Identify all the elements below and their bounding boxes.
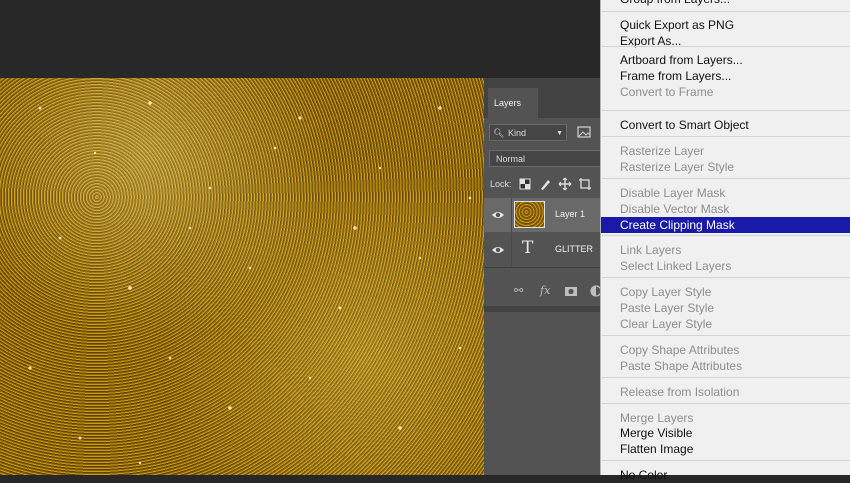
menu-item-copy-layer-style: Copy Layer Style: [620, 285, 712, 299]
lock-position-icon[interactable]: [558, 177, 572, 191]
menu-separator: [602, 377, 850, 378]
chevron-down-icon: ▼: [556, 130, 563, 137]
menu-item-rasterize-layer-style: Rasterize Layer Style: [620, 160, 735, 174]
menu-separator: [602, 460, 850, 461]
lock-label: Lock:: [490, 179, 512, 189]
menu-item-link-layers: Link Layers: [620, 243, 682, 257]
divider: [484, 267, 600, 268]
glitter-thumbnail: [514, 201, 545, 228]
menu-item-release-from-isolation: Release from Isolation: [620, 385, 740, 399]
lock-image-pixels-icon[interactable]: [538, 177, 552, 191]
menu-item-no-color[interactable]: No Color: [601, 467, 850, 483]
eye-divider: [511, 198, 512, 232]
menu-item-artboard-from-layers[interactable]: Artboard from Layers...: [601, 52, 850, 68]
menu-item-copy-shape-attributes: Copy Shape Attributes: [620, 343, 740, 357]
menu-item-paste-layer-style: Paste Layer Style: [620, 301, 715, 315]
menu-item-convert-to-frame: Convert to Frame: [620, 85, 714, 99]
layer-name: Layer 1: [555, 209, 586, 219]
menu-item-merge-layers: Merge Layers: [620, 411, 694, 425]
link-layers-icon[interactable]: ⚯: [514, 284, 523, 297]
menu-item-convert-to-smart-object[interactable]: Convert to Smart Object: [601, 117, 850, 133]
menu-separator: [602, 403, 850, 404]
menu-separator: [602, 235, 850, 236]
visibility-eye-icon[interactable]: [491, 244, 505, 256]
menu-separator: [602, 178, 850, 179]
menu-item-rasterize-layer: Rasterize Layer: [620, 144, 705, 158]
menu-item-frame-from-layers[interactable]: Frame from Layers...: [601, 68, 850, 84]
menu-item-group-from-layers[interactable]: Group from Layers...: [601, 0, 850, 7]
lock-artboard-icon[interactable]: [578, 177, 592, 191]
layer-row[interactable]: Layer 1: [484, 198, 600, 232]
menu-separator: [602, 335, 850, 336]
menu-separator: [602, 46, 850, 47]
menu-separator: [602, 110, 850, 111]
menu-item-quick-export-as-png[interactable]: Quick Export as PNG: [601, 17, 850, 33]
glitter-sparkles: [28, 101, 472, 465]
image-filter-icon[interactable]: [577, 126, 591, 138]
menu-separator: [602, 136, 850, 137]
menu-item-flatten-image[interactable]: Flatten Image: [601, 441, 850, 457]
lock-row: Lock:: [484, 176, 600, 194]
kind-filter-label: Kind: [508, 128, 527, 138]
layer-context-menu: Group from Layers...Quick Export as PNGE…: [600, 0, 850, 482]
menu-separator: [602, 11, 850, 12]
lock-transparent-pixels-icon[interactable]: [518, 177, 532, 191]
layers-panel-footer: ⚯ fx: [484, 278, 600, 304]
menu-item-select-linked-layers: Select Linked Layers: [620, 259, 732, 273]
kind-filter-dropdown[interactable]: 🔍︎ Kind ▼: [489, 124, 567, 141]
menu-item-disable-vector-mask: Disable Vector Mask: [620, 202, 730, 216]
layers-panel: Layers 🔍︎ Kind ▼ Normal Lock: Layer 1 T …: [484, 78, 600, 475]
text-layer-icon: T: [522, 238, 534, 258]
tab-layers[interactable]: Layers: [488, 88, 538, 118]
menu-item-clear-layer-style: Clear Layer Style: [620, 317, 713, 331]
search-icon: 🔍︎: [493, 128, 505, 138]
panel-bottom-edge: [484, 306, 600, 312]
eye-divider: [511, 233, 512, 267]
add-mask-icon[interactable]: [564, 286, 578, 297]
menu-item-merge-visible[interactable]: Merge Visible: [601, 425, 850, 441]
fx-icon[interactable]: fx: [540, 284, 550, 297]
menu-separator: [602, 277, 850, 278]
visibility-eye-icon[interactable]: [491, 209, 505, 221]
menu-item-paste-shape-attributes: Paste Shape Attributes: [620, 359, 743, 373]
layer-row[interactable]: T GLITTER: [484, 233, 600, 267]
layer-name: GLITTER: [555, 244, 594, 254]
adjustment-layer-icon[interactable]: [590, 285, 600, 297]
panel-tab-bar: Layers: [484, 78, 600, 118]
menu-item-disable-layer-mask: Disable Layer Mask: [620, 186, 726, 200]
menu-item-create-clipping-mask[interactable]: Create Clipping Mask: [601, 217, 850, 233]
glitter-canvas-image[interactable]: [0, 78, 484, 475]
blend-mode-dropdown[interactable]: Normal: [489, 150, 600, 167]
